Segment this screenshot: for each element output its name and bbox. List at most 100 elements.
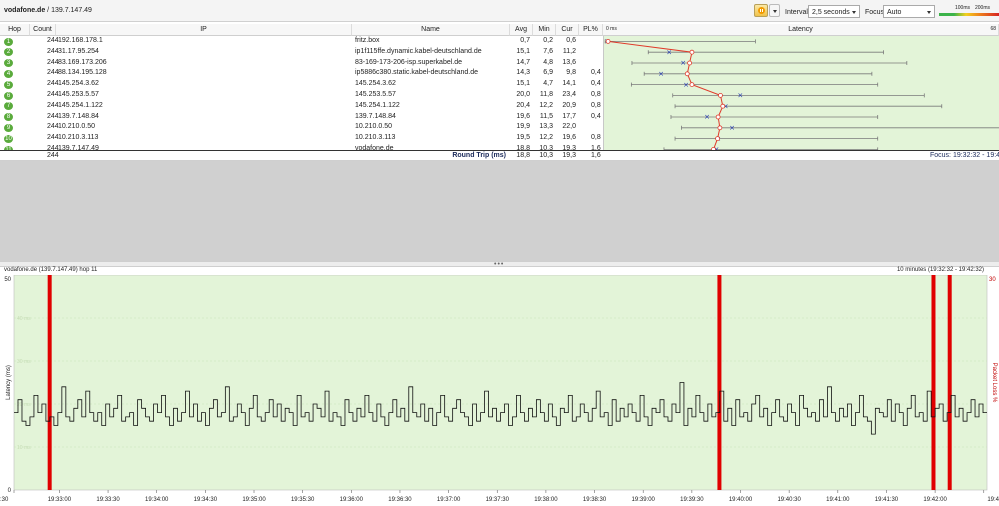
chevron-down-icon bbox=[927, 11, 931, 14]
x-tick-label: 19:4 bbox=[987, 497, 999, 503]
table-row[interactable]: 10 244 10.210.3.113 10.210.3.113 19,5 12,2 19,… bbox=[0, 133, 616, 144]
x-tick-label: 19:36:30 bbox=[388, 497, 412, 503]
summary-focus: Focus: 19:32:32 - 19:42:3 bbox=[930, 152, 999, 159]
table-row[interactable]: 8 244 139.7.148.84 139.7.148.84 19,6 11,5 17,7… bbox=[0, 112, 610, 123]
chart-title: vodafone.de (139.7.147.49) hop 11 bbox=[4, 267, 98, 273]
packet-loss-marker bbox=[931, 275, 936, 490]
y-tick-label: 50 bbox=[4, 277, 11, 283]
table-row[interactable]: 3 244 83.169.173.206 83-169-173-206-isp.sup… bbox=[0, 58, 603, 69]
pause-button[interactable] bbox=[754, 4, 768, 17]
cell-hop: 7 bbox=[4, 102, 13, 111]
table-row[interactable]: 1 244 192.168.178.1 fritz.box 0,7 0,2 0,6 bbox=[0, 36, 603, 47]
cell-cur: 19,6 bbox=[562, 134, 576, 142]
x-tick-label: 19:34:30 bbox=[194, 497, 218, 503]
cell-ip: 10.210.0.50 bbox=[58, 123, 95, 131]
latency-trace-graph[interactable]: ××××××××××× bbox=[603, 36, 999, 154]
cell-name: fritz.box bbox=[355, 37, 380, 44]
chart-range: 10 minutes (19:32:32 - 19:42:32) bbox=[896, 267, 984, 273]
table-row[interactable]: 4 244 88.134.195.128 ip5886c380.static.kabe… bbox=[0, 68, 610, 79]
x-tick-label: 19:41:00 bbox=[826, 497, 850, 503]
cell-name: ip1f115ffe.dynamic.kabel-deutschland.de bbox=[355, 47, 482, 55]
faint-tick-label: 20 ms bbox=[17, 402, 31, 408]
col-name[interactable]: Name bbox=[352, 24, 510, 36]
cell-name: 145.254.3.62 bbox=[355, 80, 396, 88]
cell-avg: 20,4 bbox=[516, 101, 530, 109]
x-tick-label: 19:42:00 bbox=[923, 497, 947, 503]
hop-table: Hop Count IP Name Avg Min Cur PL% 0 ms L… bbox=[0, 24, 999, 154]
cell-avg: 0,7 bbox=[520, 37, 530, 44]
pause-dropdown-button[interactable] bbox=[769, 4, 780, 17]
current-latency-marker: × bbox=[680, 59, 686, 67]
x-tick-label: 19:36:00 bbox=[340, 497, 364, 503]
table-row[interactable]: 6 244 145.253.5.57 145.253.5.57 20,0 11,8 23,4… bbox=[0, 90, 616, 101]
table-row[interactable]: 7 244 145.254.1.122 145.254.1.122 20,4 12,2 20… bbox=[0, 101, 616, 112]
focus-select[interactable]: Auto bbox=[883, 5, 935, 18]
cell-avg: 20,0 bbox=[516, 91, 530, 98]
latency-zero-label: 0 ms bbox=[606, 26, 617, 32]
col-ip[interactable]: IP bbox=[56, 24, 352, 36]
x-tick-label: 19:39:00 bbox=[632, 497, 656, 503]
packet-loss-marker bbox=[47, 275, 52, 490]
plot-background bbox=[13, 275, 988, 491]
faint-tick-label: 30 ms bbox=[17, 359, 31, 365]
interval-select[interactable]: 2,5 seconds bbox=[808, 5, 860, 18]
focus-value: Auto bbox=[887, 9, 902, 16]
table-row[interactable]: 9 244 10.210.0.50 10.210.0.50 19,9 13,3 22,0 bbox=[0, 122, 603, 133]
cell-hop: 1 bbox=[4, 37, 13, 46]
scale-gradient bbox=[939, 13, 999, 16]
current-latency-marker: × bbox=[729, 124, 735, 132]
chart-header: vodafone.de (139.7.147.49) hop 11 10 min… bbox=[0, 267, 999, 275]
col-min[interactable]: Min bbox=[533, 24, 556, 36]
col-cur[interactable]: Cur bbox=[556, 24, 579, 36]
summary-avg: 18,8 bbox=[516, 152, 530, 159]
scale-200-label: 200ms bbox=[975, 5, 991, 11]
cell-name: ip5886c380.static.kabel-deutschland.de bbox=[355, 69, 478, 77]
cell-cur: 11,2 bbox=[562, 47, 576, 55]
chevron-down-icon bbox=[852, 11, 856, 14]
x-tick-label: 19:33:30 bbox=[96, 497, 120, 503]
col-count[interactable]: Count bbox=[30, 24, 56, 36]
y-axis-label: Latency (ms) bbox=[6, 365, 12, 400]
table-row[interactable]: 2 244 31.17.95.254 ip1f115ffe.dynamic.kabel… bbox=[0, 47, 603, 58]
cell-name: 83-169-173-206-isp.superkabel.de bbox=[355, 58, 463, 66]
x-tick-label: 19:34:00 bbox=[145, 497, 169, 503]
cell-ip: 88.134.195.128 bbox=[58, 69, 107, 77]
x-tick-label: 19:39:30 bbox=[680, 497, 704, 503]
cell-pl: 0,8 bbox=[591, 91, 601, 98]
average-latency-point bbox=[689, 82, 695, 87]
faint-tick-label: 10 ms bbox=[17, 445, 31, 451]
col-hop[interactable]: Hop bbox=[0, 24, 30, 36]
cell-ip: 145.254.3.62 bbox=[58, 80, 99, 88]
x-tick-label: 19:41:30 bbox=[875, 497, 899, 503]
cell-avg: 14,3 bbox=[516, 69, 530, 77]
cell-min: 6,9 bbox=[543, 69, 553, 77]
cell-name: 145.254.1.122 bbox=[355, 101, 400, 109]
cell-pl: 0,4 bbox=[591, 69, 601, 77]
col-latency[interactable]: 0 ms Latency 68 bbox=[603, 24, 999, 36]
cell-avg: 19,6 bbox=[516, 112, 530, 120]
cell-pl: 0,8 bbox=[591, 134, 601, 142]
summary-cur: 19,3 bbox=[562, 152, 576, 159]
current-latency-marker: × bbox=[737, 92, 743, 100]
cell-cur: 23,4 bbox=[562, 91, 576, 98]
cell-ip: 145.254.1.122 bbox=[58, 101, 103, 109]
cell-avg: 14,7 bbox=[516, 58, 530, 66]
cell-pl bbox=[591, 36, 603, 47]
cell-cur: 9,8 bbox=[566, 69, 576, 77]
latency-trace-svg: ××××××××××× bbox=[605, 38, 999, 154]
table-row[interactable]: 5 244 145.254.3.62 145.254.3.62 15,1 4,7 14,1 0… bbox=[0, 79, 610, 90]
cell-avg: 19,5 bbox=[516, 134, 530, 142]
cell-pl bbox=[591, 122, 603, 133]
col-avg[interactable]: Avg bbox=[510, 24, 533, 36]
latency-color-scale: 100ms 200ms bbox=[939, 5, 999, 19]
cell-avg: 15,1 bbox=[516, 47, 530, 55]
round-trip-summary: 244 Round Trip (ms) 18,8 10,3 19,3 1,6 F… bbox=[0, 150, 999, 161]
latency-history-chart[interactable]: 10 ms 20 ms 30 ms 40 ms 0 50 30 Latency (ms) Pac… bbox=[0, 275, 999, 506]
cell-cur: 0,6 bbox=[566, 37, 576, 44]
average-latency-point bbox=[715, 114, 721, 120]
current-latency-marker: × bbox=[683, 81, 689, 89]
cell-name: 10.210.0.50 bbox=[355, 123, 392, 131]
cell-hop: 5 bbox=[4, 80, 13, 89]
cell-hop: 3 bbox=[4, 59, 13, 68]
col-pl[interactable]: PL% bbox=[579, 24, 603, 36]
